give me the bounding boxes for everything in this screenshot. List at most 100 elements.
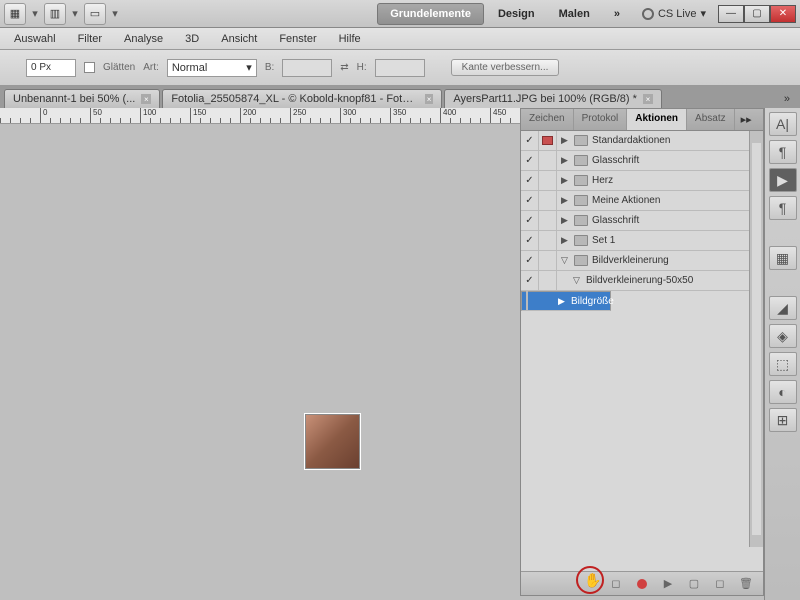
tab-overflow-icon[interactable]: » bbox=[778, 90, 796, 108]
dropdown-arrow-icon[interactable]: ▾ bbox=[30, 7, 40, 20]
layers-panel-icon[interactable]: ▦ bbox=[769, 246, 797, 270]
character-panel-icon[interactable]: A| bbox=[769, 112, 797, 136]
disclosure-icon[interactable]: ▶ bbox=[561, 175, 570, 186]
action-toggle-checkbox[interactable]: ✓ bbox=[521, 231, 539, 251]
disclosure-icon[interactable]: ▽ bbox=[561, 255, 570, 266]
action-toggle-checkbox[interactable]: ✓ bbox=[521, 151, 539, 171]
menu-analyse[interactable]: Analyse bbox=[114, 30, 173, 48]
app-icon-button[interactable]: ▦ bbox=[4, 3, 26, 25]
link-icon[interactable]: ⇄ bbox=[340, 62, 348, 73]
adjustments-icon[interactable]: ◢ bbox=[769, 296, 797, 320]
disclosure-icon[interactable]: ▶ bbox=[561, 215, 570, 226]
action-row[interactable]: ✓▶Herz bbox=[521, 171, 763, 191]
swatches-icon[interactable]: ⊞ bbox=[769, 408, 797, 432]
action-row[interactable]: ✓▶Standardaktionen bbox=[521, 131, 763, 151]
record-icon[interactable] bbox=[635, 577, 649, 591]
canvas-area[interactable] bbox=[0, 124, 520, 600]
disclosure-icon[interactable]: ▶ bbox=[561, 195, 570, 206]
panel-tab-absatz[interactable]: Absatz bbox=[687, 109, 735, 130]
trash-icon[interactable]: 🗑 bbox=[739, 577, 753, 591]
panel-tab-protokoll[interactable]: Protokol bbox=[574, 109, 628, 130]
feather-input[interactable] bbox=[26, 59, 76, 77]
action-row[interactable]: ✓▶Glasschrift bbox=[521, 211, 763, 231]
action-toggle-checkbox[interactable]: ✓ bbox=[521, 271, 539, 291]
maximize-button[interactable]: ▢ bbox=[744, 5, 770, 23]
scrollbar[interactable] bbox=[749, 131, 763, 547]
menu-filter[interactable]: Filter bbox=[68, 30, 112, 48]
action-dialog-toggle[interactable] bbox=[539, 131, 557, 151]
tab-label: Unbenannt-1 bei 50% (... bbox=[13, 93, 135, 105]
action-row[interactable]: ✓ ▶Glasschrift bbox=[521, 151, 763, 171]
stop-icon[interactable]: ◻ bbox=[609, 577, 623, 591]
action-toggle-checkbox[interactable]: ✓ bbox=[521, 191, 539, 211]
action-toggle-checkbox[interactable]: ✓ bbox=[521, 251, 539, 271]
minimize-button[interactable]: — bbox=[718, 5, 744, 23]
panel-tab-aktionen[interactable]: Aktionen bbox=[627, 109, 687, 130]
disclosure-icon[interactable]: ▶ bbox=[558, 296, 567, 307]
refine-edge-button[interactable]: Kante verbessern... bbox=[451, 59, 560, 76]
workspace-malen[interactable]: Malen bbox=[549, 4, 600, 24]
action-dialog-toggle[interactable] bbox=[539, 191, 557, 211]
menu-hilfe[interactable]: Hilfe bbox=[329, 30, 371, 48]
action-row[interactable]: ✓ ▶Set 1 bbox=[521, 231, 763, 251]
cs-live-button[interactable]: CS Live▾ bbox=[634, 3, 714, 24]
document-tab-active[interactable]: AyersPart11.JPG bei 100% (RGB/8) *× bbox=[444, 89, 662, 108]
new-set-icon[interactable]: ▢ bbox=[687, 577, 701, 591]
close-button[interactable]: ✕ bbox=[770, 5, 796, 23]
paragraph-icon[interactable]: ¶ bbox=[769, 196, 797, 220]
tab-close-icon[interactable]: × bbox=[425, 94, 434, 104]
new-action-icon[interactable]: ◻ bbox=[713, 577, 727, 591]
menu-3d[interactable]: 3D bbox=[175, 30, 209, 48]
action-dialog-toggle[interactable] bbox=[539, 171, 557, 191]
transform-icon[interactable]: ⬚ bbox=[769, 352, 797, 376]
disclosure-icon[interactable]: ▶ bbox=[561, 235, 570, 246]
actions-list[interactable]: ✓▶Standardaktionen✓▶Glasschrift✓▶Herz✓▶M… bbox=[521, 131, 763, 571]
paragraph-panel-icon[interactable]: ¶ bbox=[769, 140, 797, 164]
tab-close-icon[interactable]: × bbox=[141, 94, 151, 104]
cslive-label: CS Live bbox=[658, 8, 697, 20]
action-tree-item: ▶Glasschrift bbox=[557, 155, 763, 166]
styles-icon[interactable]: ◈ bbox=[769, 324, 797, 348]
panel-tab-bar: Zeichen Protokol Aktionen Absatz ▸▸ ≡ bbox=[521, 109, 763, 131]
action-dialog-toggle[interactable] bbox=[539, 251, 557, 271]
menu-auswahl[interactable]: Auswahl bbox=[4, 30, 66, 48]
dropdown-arrow-icon[interactable]: ▾ bbox=[110, 7, 120, 20]
antialias-label: Glätten bbox=[103, 62, 135, 73]
panel-tab-zeichen[interactable]: Zeichen bbox=[521, 109, 574, 130]
play-panel-icon[interactable]: ▶ bbox=[769, 168, 797, 192]
art-label: Art: bbox=[143, 62, 159, 73]
action-toggle-checkbox[interactable]: ✓ bbox=[521, 131, 539, 151]
workspace-grundelemente[interactable]: Grundelemente bbox=[377, 3, 484, 25]
menu-ansicht[interactable]: Ansicht bbox=[211, 30, 267, 48]
action-dialog-toggle[interactable] bbox=[539, 211, 557, 231]
document-tab[interactable]: Fotolia_25505874_XL - © Kobold-knopf81 -… bbox=[162, 89, 442, 108]
screen-mode-button[interactable]: ▭ bbox=[84, 3, 106, 25]
brush-icon[interactable]: ◐ bbox=[769, 380, 797, 404]
play-icon[interactable]: ▶ bbox=[661, 577, 675, 591]
menu-fenster[interactable]: Fenster bbox=[269, 30, 326, 48]
action-row[interactable]: ✓▽Bildverkleinerung bbox=[521, 251, 763, 271]
antialias-checkbox[interactable] bbox=[84, 62, 95, 73]
disclosure-icon[interactable]: ▶ bbox=[561, 155, 570, 166]
action-row[interactable]: ✓▽Bildverkleinerung-50x50 bbox=[521, 271, 763, 291]
document-tab[interactable]: Unbenannt-1 bei 50% (... × bbox=[4, 89, 160, 108]
image-thumbnail[interactable] bbox=[305, 414, 360, 469]
action-dialog-toggle[interactable] bbox=[539, 151, 557, 171]
action-tree-item: ▶Set 1 bbox=[557, 235, 763, 246]
dropdown-arrow-icon[interactable]: ▾ bbox=[70, 7, 80, 20]
action-row[interactable]: ▶Bildgröße bbox=[521, 291, 611, 311]
action-row[interactable]: ✓▶Meine Aktionen bbox=[521, 191, 763, 211]
art-select[interactable]: Normal▾ bbox=[167, 59, 257, 77]
action-dialog-toggle[interactable] bbox=[539, 271, 557, 291]
action-toggle-checkbox[interactable]: ✓ bbox=[521, 171, 539, 191]
action-dialog-toggle[interactable] bbox=[539, 231, 557, 251]
workspace-design[interactable]: Design bbox=[488, 4, 545, 24]
disclosure-icon[interactable]: ▶ bbox=[561, 135, 570, 146]
layout-icon-button[interactable]: ▥ bbox=[44, 3, 66, 25]
folder-icon bbox=[574, 215, 588, 226]
disclosure-icon[interactable]: ▽ bbox=[573, 275, 582, 286]
workspace-more-icon[interactable]: » bbox=[604, 4, 630, 24]
action-toggle-checkbox[interactable]: ✓ bbox=[521, 211, 539, 231]
tab-close-icon[interactable]: × bbox=[643, 94, 653, 104]
panel-more-icon[interactable]: ▸▸ bbox=[735, 109, 758, 130]
